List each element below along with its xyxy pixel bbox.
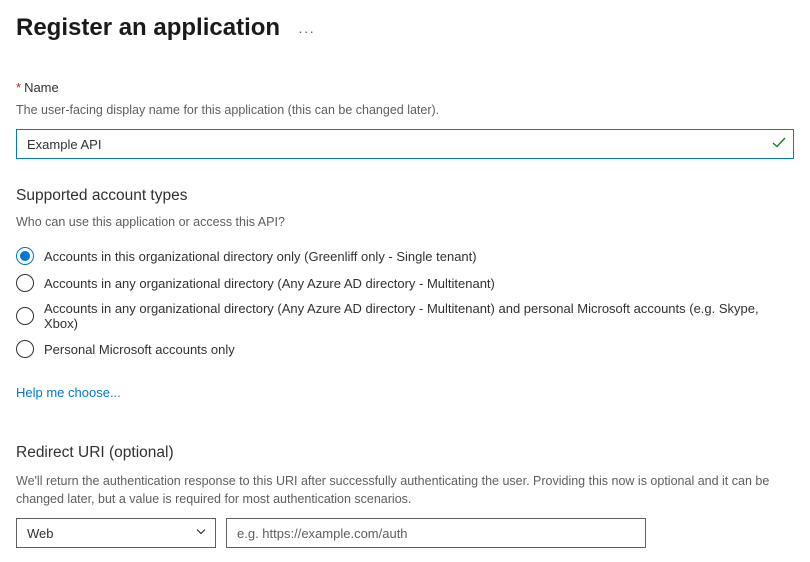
page-header: Register an application ··· [16, 14, 794, 42]
help-me-choose-link[interactable]: Help me choose... [16, 385, 121, 400]
name-input[interactable] [16, 129, 794, 159]
redirect-uri-row: Web [16, 518, 794, 548]
radio-icon [16, 307, 34, 325]
radio-label: Accounts in any organizational directory… [44, 301, 794, 331]
radio-single-tenant[interactable]: Accounts in this organizational director… [16, 243, 794, 270]
radio-icon [16, 340, 34, 358]
radio-multitenant-personal[interactable]: Accounts in any organizational directory… [16, 297, 794, 336]
redirect-uri-input[interactable] [226, 518, 646, 548]
radio-personal-only[interactable]: Personal Microsoft accounts only [16, 336, 794, 363]
required-marker: * [16, 80, 21, 95]
platform-select-value: Web [27, 526, 54, 541]
name-field-label: * Name [16, 80, 794, 95]
name-field-help: The user-facing display name for this ap… [16, 101, 794, 119]
platform-select[interactable]: Web [16, 518, 216, 548]
radio-label: Personal Microsoft accounts only [44, 342, 235, 357]
radio-label: Accounts in any organizational directory… [44, 276, 495, 291]
name-label-text: Name [24, 80, 59, 95]
more-icon[interactable]: ··· [298, 17, 315, 39]
radio-label: Accounts in this organizational director… [44, 249, 477, 264]
name-input-wrap [16, 129, 794, 159]
name-field-block: * Name The user-facing display name for … [16, 80, 794, 159]
radio-icon [16, 274, 34, 292]
account-types-subtitle: Who can use this application or access t… [16, 215, 794, 229]
redirect-uri-section: Redirect URI (optional) We'll return the… [16, 444, 794, 548]
account-types-title: Supported account types [16, 187, 794, 205]
redirect-uri-title: Redirect URI (optional) [16, 444, 794, 462]
chevron-down-icon [195, 526, 207, 541]
radio-multitenant[interactable]: Accounts in any organizational directory… [16, 270, 794, 297]
redirect-uri-help: We'll return the authentication response… [16, 472, 794, 508]
radio-icon [16, 247, 34, 265]
account-types-section: Supported account types Who can use this… [16, 187, 794, 400]
page-title: Register an application [16, 14, 280, 42]
account-types-radio-group: Accounts in this organizational director… [16, 243, 794, 363]
